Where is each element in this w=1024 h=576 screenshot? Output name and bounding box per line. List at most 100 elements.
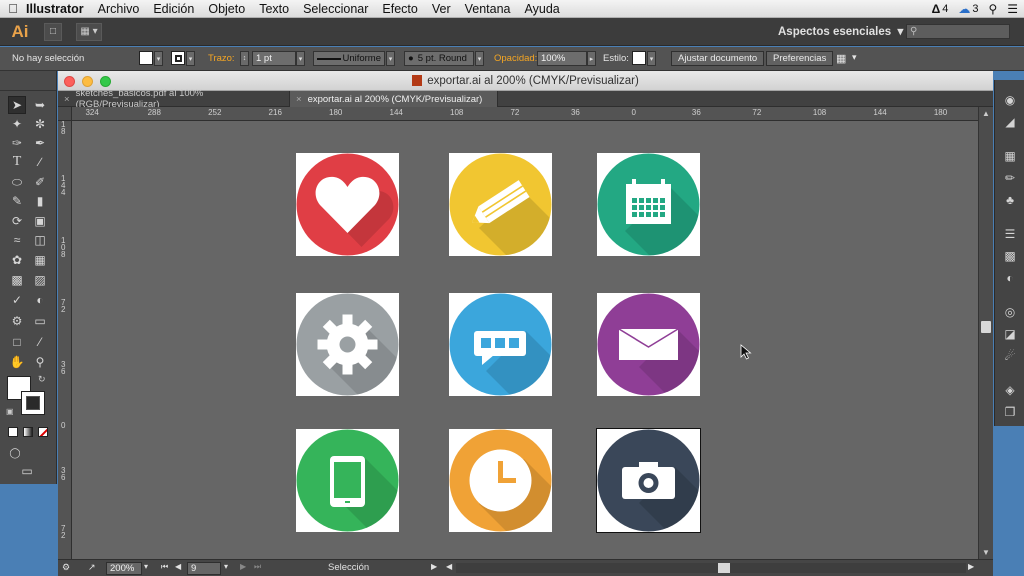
arrange-panels-icon[interactable]: ▦ [836,52,846,65]
tab-exportar[interactable]: × exportar.ai al 200% (CMYK/Previsualiza… [290,91,498,107]
creative-cloud-libraries-icon[interactable]: ☄ [1002,348,1018,364]
brush-dropdown[interactable]: ▾ [475,51,484,66]
preferences-button[interactable]: Preferencias [766,51,834,66]
eraser-tool-icon[interactable]: ▮ [31,192,49,210]
panel-menu-icon[interactable]: ▾ [852,52,857,63]
creative-cloud-icon[interactable]: ☁ [958,2,970,16]
icon-tile-mail[interactable] [597,293,700,396]
direct-selection-tool-icon[interactable]: ➥ [31,96,49,114]
fill-swatch[interactable] [139,51,153,65]
slice-tool-icon[interactable]: ⁄ [31,333,49,351]
brushes-panel-icon[interactable]: ✏ [1002,170,1018,186]
bridge-button[interactable]: □ [44,22,62,41]
previous-artboard-icon[interactable]: ◀ [175,562,181,571]
stroke-color-dropdown[interactable]: ▾ [186,51,195,66]
selection-tool-icon[interactable]: ➤ [8,96,26,114]
symbols-panel-icon[interactable]: ♣ [1002,192,1018,208]
current-tool-status[interactable]: Selección [328,562,369,573]
last-artboard-icon[interactable]: ⏭ [254,562,261,572]
perspective-grid-tool-icon[interactable]: ▦ [31,251,49,269]
stroke-weight-stepper[interactable]: ↕ [240,51,249,66]
pencil-tool-icon[interactable]: ✎ [8,192,26,210]
stroke-label[interactable]: Trazo: [208,53,235,64]
artboard-number-field[interactable]: 9 [187,562,221,575]
gradient-mode-icon[interactable] [23,427,33,437]
transparency-panel-icon[interactable]: ◐ [1002,270,1018,286]
vertical-ruler[interactable]: 18 144 108 72 36 0 36 72 [58,121,72,559]
zoom-dropdown-icon[interactable]: ▾ [144,562,148,571]
canvas-area[interactable] [72,121,978,559]
none-mode-icon[interactable] [38,427,48,437]
scroll-down-arrow-icon[interactable]: ▼ [982,548,990,557]
close-tab-icon[interactable]: × [64,94,70,105]
paintbrush-tool-icon[interactable]: ✐ [31,173,49,191]
artboard-dropdown-icon[interactable]: ▾ [224,562,228,571]
line-segment-tool-icon[interactable]: ∕ [31,153,49,171]
menu-ayuda[interactable]: Ayuda [525,2,560,16]
zoom-tool-icon[interactable]: ⚲ [31,353,49,371]
stroke-color-box[interactable] [21,391,45,415]
zoom-level-field[interactable]: 200% [106,562,142,575]
icon-tile-tablet[interactable] [296,429,399,532]
arrange-documents-button[interactable]: ▦ ▾ [76,22,102,41]
swap-fill-stroke-icon[interactable]: ↻ [38,374,46,385]
color-panel-icon[interactable]: ◉ [1002,92,1018,108]
horizontal-scrollbar[interactable] [456,563,966,573]
scale-tool-icon[interactable]: ▣ [31,212,49,230]
stroke-swatch[interactable] [171,51,185,65]
menu-texto[interactable]: Texto [259,2,289,16]
menu-objeto[interactable]: Objeto [208,2,245,16]
appearance-panel-icon[interactable]: ◎ [1002,304,1018,320]
lasso-tool-icon[interactable]: ✼ [31,115,49,133]
first-artboard-icon[interactable]: ⏮ [161,562,168,572]
icon-tile-pencil[interactable] [449,153,552,256]
graphic-style-dropdown[interactable]: ▾ [647,51,656,66]
graphic-style-swatch[interactable] [632,51,646,65]
ellipse-tool-icon[interactable]: ⬭ [8,173,26,191]
default-colors-icon[interactable]: ▣ [6,407,14,416]
artboard-tool-icon[interactable]: □ [8,333,26,351]
layers-panel-icon[interactable]: ◈ [1002,382,1018,398]
adobe-icon[interactable]: Δ [932,2,941,16]
pen-tool-icon[interactable]: ✑ [8,134,26,152]
help-search-input[interactable]: ⚲ [906,24,1010,39]
variable-width-profile[interactable]: Uniforme [313,51,385,66]
scroll-up-arrow-icon[interactable]: ▲ [982,109,990,118]
menu-archivo[interactable]: Archivo [98,2,140,16]
minimize-window-button[interactable] [82,76,93,87]
icon-tile-camera[interactable] [596,428,701,533]
profile-dropdown[interactable]: ▾ [386,51,395,66]
blend-tool-icon[interactable]: ◐ [31,291,49,309]
swatches-panel-icon[interactable]: ▦ [1002,148,1018,164]
rotate-tool-icon[interactable]: ⟳ [8,212,26,230]
screen-mode-icon[interactable]: ▭ [18,462,36,480]
menu-ventana[interactable]: Ventana [465,2,511,16]
gradient-panel-icon[interactable]: ▩ [1002,248,1018,264]
opacity-dropdown[interactable]: ▸ [587,51,596,66]
hand-tool-icon[interactable]: ✋ [8,353,26,371]
status-menu-arrow-icon[interactable]: ▶ [431,562,437,571]
close-window-button[interactable] [64,76,75,87]
magic-wand-tool-icon[interactable]: ✦ [8,115,26,133]
menu-seleccionar[interactable]: Seleccionar [303,2,368,16]
close-tab-icon[interactable]: × [296,94,302,105]
stroke-panel-icon[interactable]: ☰ [1002,226,1018,242]
eyedropper-tool-icon[interactable]: ✓ [8,291,26,309]
shape-builder-tool-icon[interactable]: ✿ [8,251,26,269]
spotlight-search-icon[interactable]: ⚲ [988,2,997,16]
zoom-window-button[interactable] [100,76,111,87]
icon-tile-clock[interactable] [449,429,552,532]
color-guide-icon[interactable]: ◢ [1002,114,1018,130]
warp-tool-icon[interactable]: ≈ [8,231,26,249]
mesh-tool-icon[interactable]: ▩ [8,271,26,289]
scroll-right-arrow-icon[interactable]: ▶ [968,562,974,571]
ruler-origin[interactable] [58,107,72,121]
horizontal-scroll-thumb[interactable] [718,563,730,573]
symbol-sprayer-tool-icon[interactable]: ⚙ [8,312,26,330]
scroll-left-arrow-icon[interactable]: ◀ [446,562,452,571]
artboards-panel-icon[interactable]: ❐ [1002,404,1018,420]
curvature-tool-icon[interactable]: ✒ [31,134,49,152]
type-tool-icon[interactable]: T [8,153,26,171]
stroke-weight-field[interactable]: 1 pt [252,51,296,66]
horizontal-ruler[interactable]: 3242882522161801441087236036721081441802… [72,107,978,121]
